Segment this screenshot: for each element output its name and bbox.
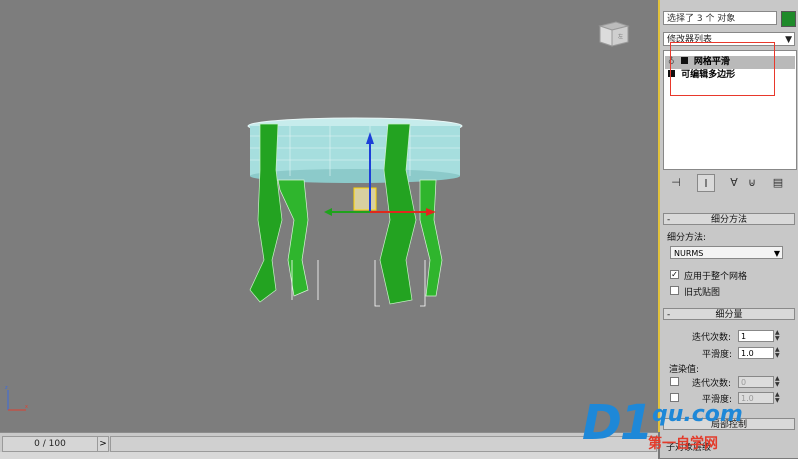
watermark-url: qu.com	[652, 402, 743, 427]
spinner-arrows-icon[interactable]: ▲ ▼	[775, 376, 782, 388]
render-iterations-label: 迭代次数:	[692, 379, 732, 389]
smoothness-label: 平滑度:	[702, 350, 733, 360]
axis-z-label: z	[5, 385, 8, 391]
chevron-down-icon: ▼	[773, 249, 780, 258]
old-mapping-checkbox[interactable]	[670, 286, 679, 295]
axis-tripod-icon: z x	[5, 385, 28, 411]
smoothness-spinner[interactable]: 1.0	[738, 347, 774, 359]
site-watermark: D1 qu.com 第一自学网	[582, 398, 798, 458]
rollout-title: 细分量	[715, 310, 743, 320]
watermark-logo: D1	[582, 395, 653, 451]
highlight-box	[670, 42, 775, 96]
remove-modifier-icon[interactable]: ⊍	[743, 174, 761, 192]
render-iterations-spinner[interactable]: 0	[738, 376, 774, 388]
viewcube-icon[interactable]: 左	[592, 18, 632, 48]
axis-x-label: x	[25, 404, 28, 410]
object-name-field[interactable]: 选择了 3 个 对象	[663, 11, 777, 25]
track-bar[interactable]	[110, 436, 657, 452]
collapse-icon: -	[667, 215, 671, 225]
apply-whole-mesh-checkbox[interactable]: ✓	[670, 270, 679, 279]
old-mapping-label: 旧式贴图	[684, 288, 721, 298]
configure-sets-icon[interactable]: ▤	[769, 174, 787, 192]
method-label: 细分方法:	[667, 233, 707, 243]
time-slider[interactable]: 0 / 100	[2, 436, 98, 452]
subdivision-method-dropdown[interactable]: NURMS ▼	[670, 246, 783, 259]
render-values-label: 渲染值:	[669, 365, 700, 375]
rollout-subdivision-method[interactable]: - 细分方法	[663, 213, 795, 225]
show-end-result-icon[interactable]: Ⅰ	[697, 174, 715, 192]
spinner-arrows-icon[interactable]: ▲ ▼	[775, 347, 782, 359]
object-color-swatch[interactable]	[781, 11, 796, 27]
watermark-tagline: 第一自学网	[648, 436, 718, 452]
iterations-label: 迭代次数:	[692, 333, 732, 343]
stool-model[interactable]	[230, 110, 470, 320]
next-frame-button[interactable]: >	[97, 436, 109, 452]
perspective-viewport[interactable]: 左 z x	[0, 0, 660, 432]
collapse-icon: -	[667, 310, 671, 320]
pin-stack-icon[interactable]: ⊣	[667, 174, 685, 192]
timeline: 0 / 100 >	[0, 432, 658, 459]
render-iterations-checkbox[interactable]	[670, 377, 679, 386]
spinner-arrows-icon[interactable]: ▲ ▼	[775, 330, 782, 342]
iterations-spinner[interactable]: 1	[738, 330, 774, 342]
chevron-down-icon: ▼	[785, 35, 792, 45]
rollout-subdivision-amount[interactable]: - 细分量	[663, 308, 795, 320]
stack-toolbar: ⊣ Ⅰ ∀ ⊍ ▤	[663, 174, 795, 192]
apply-whole-mesh-label: 应用于整个网格	[684, 272, 748, 282]
svg-text:左: 左	[618, 33, 623, 40]
make-unique-icon[interactable]: ∀	[725, 174, 743, 192]
dropdown-value: NURMS	[674, 249, 704, 258]
rollout-title: 细分方法	[710, 215, 747, 225]
command-panel: 选择了 3 个 对象 修改器列表 ▼ ♁ 网格平滑 可编辑多边形 ⊣ Ⅰ ∀ ⊍…	[660, 0, 798, 458]
